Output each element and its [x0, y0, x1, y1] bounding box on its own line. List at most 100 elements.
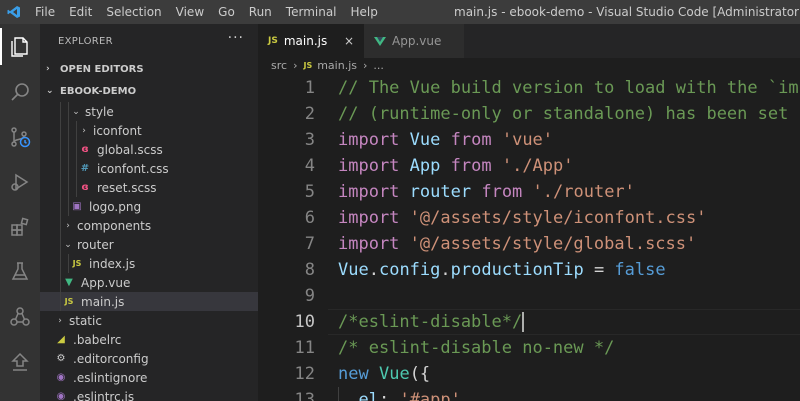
- chevron-right-icon: ›: [46, 64, 50, 74]
- tree-item-main-js[interactable]: JS main.js: [40, 292, 258, 311]
- vue-file-icon: ▼: [65, 277, 73, 288]
- line-number: 10: [294, 312, 315, 332]
- breadcrumb-file[interactable]: main.js: [317, 59, 357, 72]
- tree-item-global-scss[interactable]: ɞ global.scss: [40, 140, 258, 159]
- explorer-title: EXPLORER: [58, 35, 113, 47]
- tab-label: main.js: [283, 34, 328, 48]
- code-token: '@/assets/style/iconfont.css': [409, 208, 707, 228]
- code-text: import router from './router': [338, 179, 635, 205]
- tree-item-app-vue[interactable]: ▼ App.vue: [40, 273, 258, 292]
- menu-edit[interactable]: Edit: [62, 0, 99, 24]
- menu-go[interactable]: Go: [211, 0, 242, 24]
- tree-item-style[interactable]: ⌄ style: [40, 102, 258, 121]
- tree-item-iconfont[interactable]: › iconfont: [40, 121, 258, 140]
- file-tree: ⌄ style › iconfont ɞ global.scss # iconfont.css…: [40, 102, 258, 401]
- code-token: ({: [409, 364, 431, 384]
- project-section[interactable]: ⌄ EBOOK-DEMO: [40, 80, 258, 102]
- tree-item-label: .editorconfig: [73, 351, 149, 366]
- code-line: 11 /* eslint-disable no-new */: [258, 335, 800, 361]
- tree-item-babelrc[interactable]: ◢ .babelrc: [40, 330, 258, 349]
- code-editor[interactable]: 1 // The Vue build version to load with t…: [258, 74, 800, 401]
- line-number: 7: [304, 234, 315, 254]
- menu-bar: File Edit Selection View Go Run Terminal Help: [28, 0, 385, 24]
- code-token: './App': [501, 156, 574, 176]
- indent-guide: [60, 121, 61, 140]
- tree-item-label: .eslintignore: [73, 370, 148, 385]
- code-line: 2 // (runtime-only or standalone) has bee…: [258, 101, 800, 127]
- js-file-icon: JS: [268, 36, 278, 46]
- tree-item-eslintrc-js[interactable]: ◉ .eslintrc.js: [40, 387, 258, 401]
- line-number: 11: [294, 338, 315, 358]
- scss-file-icon: ɞ: [81, 182, 89, 193]
- tree-item-router[interactable]: ⌄ router: [40, 235, 258, 254]
- run-debug-icon[interactable]: [0, 159, 40, 204]
- tree-item-index-js[interactable]: JS index.js: [40, 254, 258, 273]
- menu-selection[interactable]: Selection: [99, 0, 168, 24]
- code-token: import: [338, 234, 400, 254]
- tree-item-editorconfig[interactable]: ⚙ .editorconfig: [40, 349, 258, 368]
- tree-item-logo-png[interactable]: ▣ logo.png: [40, 197, 258, 216]
- line-number: 5: [304, 182, 315, 202]
- timeline-icon[interactable]: [0, 339, 40, 384]
- code-token: // The Vue build version to load with th…: [338, 78, 799, 98]
- code-token: // (runtime-only or standalone) has been…: [338, 104, 789, 124]
- explorer-icon[interactable]: [0, 24, 40, 69]
- tree-item-label: static: [69, 313, 102, 328]
- tree-item-reset-scss[interactable]: ɞ reset.scss: [40, 178, 258, 197]
- code-token: config: [378, 260, 441, 280]
- tab-app-vue[interactable]: App.vue: [364, 24, 464, 58]
- open-editors-section[interactable]: › OPEN EDITORS: [40, 58, 258, 80]
- menu-terminal[interactable]: Terminal: [279, 0, 344, 24]
- indent-guide: [68, 254, 69, 273]
- menu-view[interactable]: View: [169, 0, 211, 24]
- code-line: 5 import router from './router': [258, 179, 800, 205]
- more-actions-icon[interactable]: ···: [228, 30, 244, 46]
- code-line: 1 // The Vue build version to load with t…: [258, 75, 800, 101]
- extensions-icon[interactable]: [0, 204, 40, 249]
- code-line: 10 /*eslint-disable*/: [258, 309, 800, 335]
- config-file-icon: ⚙: [56, 353, 66, 364]
- indent-guide: [60, 159, 61, 178]
- indent-guide: [60, 102, 61, 121]
- indent-guide: [68, 102, 69, 121]
- menu-run[interactable]: Run: [242, 0, 279, 24]
- text-cursor: [522, 312, 525, 332]
- tree-item-iconfont-css[interactable]: # iconfont.css: [40, 159, 258, 178]
- line-number: 4: [304, 156, 315, 176]
- code-token: Vue: [409, 130, 441, 150]
- line-number: 12: [294, 364, 315, 384]
- image-file-icon: ▣: [72, 201, 82, 212]
- tree-item-static[interactable]: › static: [40, 311, 258, 330]
- tree-item-components[interactable]: › components: [40, 216, 258, 235]
- indent-guide: [68, 121, 69, 140]
- code-token: '#app': [399, 390, 461, 401]
- tree-item-label: logo.png: [89, 199, 142, 214]
- testing-icon[interactable]: [0, 249, 40, 294]
- menu-file[interactable]: File: [28, 0, 62, 24]
- tree-item-label: iconfont: [93, 123, 142, 138]
- code-text: /* eslint-disable no-new */: [338, 335, 614, 361]
- project-label: EBOOK-DEMO: [60, 85, 137, 97]
- close-icon[interactable]: ×: [344, 34, 354, 48]
- code-text: /*eslint-disable*/: [338, 309, 525, 335]
- code-line: 13 el: '#app',: [258, 387, 800, 401]
- source-control-icon[interactable]: [0, 114, 40, 159]
- code-token: import: [338, 156, 400, 176]
- breadcrumb-folder[interactable]: src: [271, 59, 287, 72]
- code-line: 8 Vue.config.productionTip = false: [258, 257, 800, 283]
- tree-item-label: components: [77, 218, 152, 233]
- chevron-right-icon: ›: [82, 125, 86, 136]
- breadcrumb-symbol[interactable]: ...: [373, 59, 384, 72]
- tree-item-label: reset.scss: [97, 180, 157, 195]
- menu-help[interactable]: Help: [344, 0, 385, 24]
- remote-explorer-icon[interactable]: [0, 294, 40, 339]
- indent-guide: [60, 140, 61, 159]
- tree-item-eslintignore[interactable]: ◉ .eslintignore: [40, 368, 258, 387]
- indent-guide: [76, 159, 77, 178]
- tree-item-label: index.js: [89, 256, 136, 271]
- code-text: import '@/assets/style/global.scss': [338, 231, 696, 257]
- search-icon[interactable]: [0, 69, 40, 114]
- tab-main-js[interactable]: JS main.js ×: [258, 24, 364, 58]
